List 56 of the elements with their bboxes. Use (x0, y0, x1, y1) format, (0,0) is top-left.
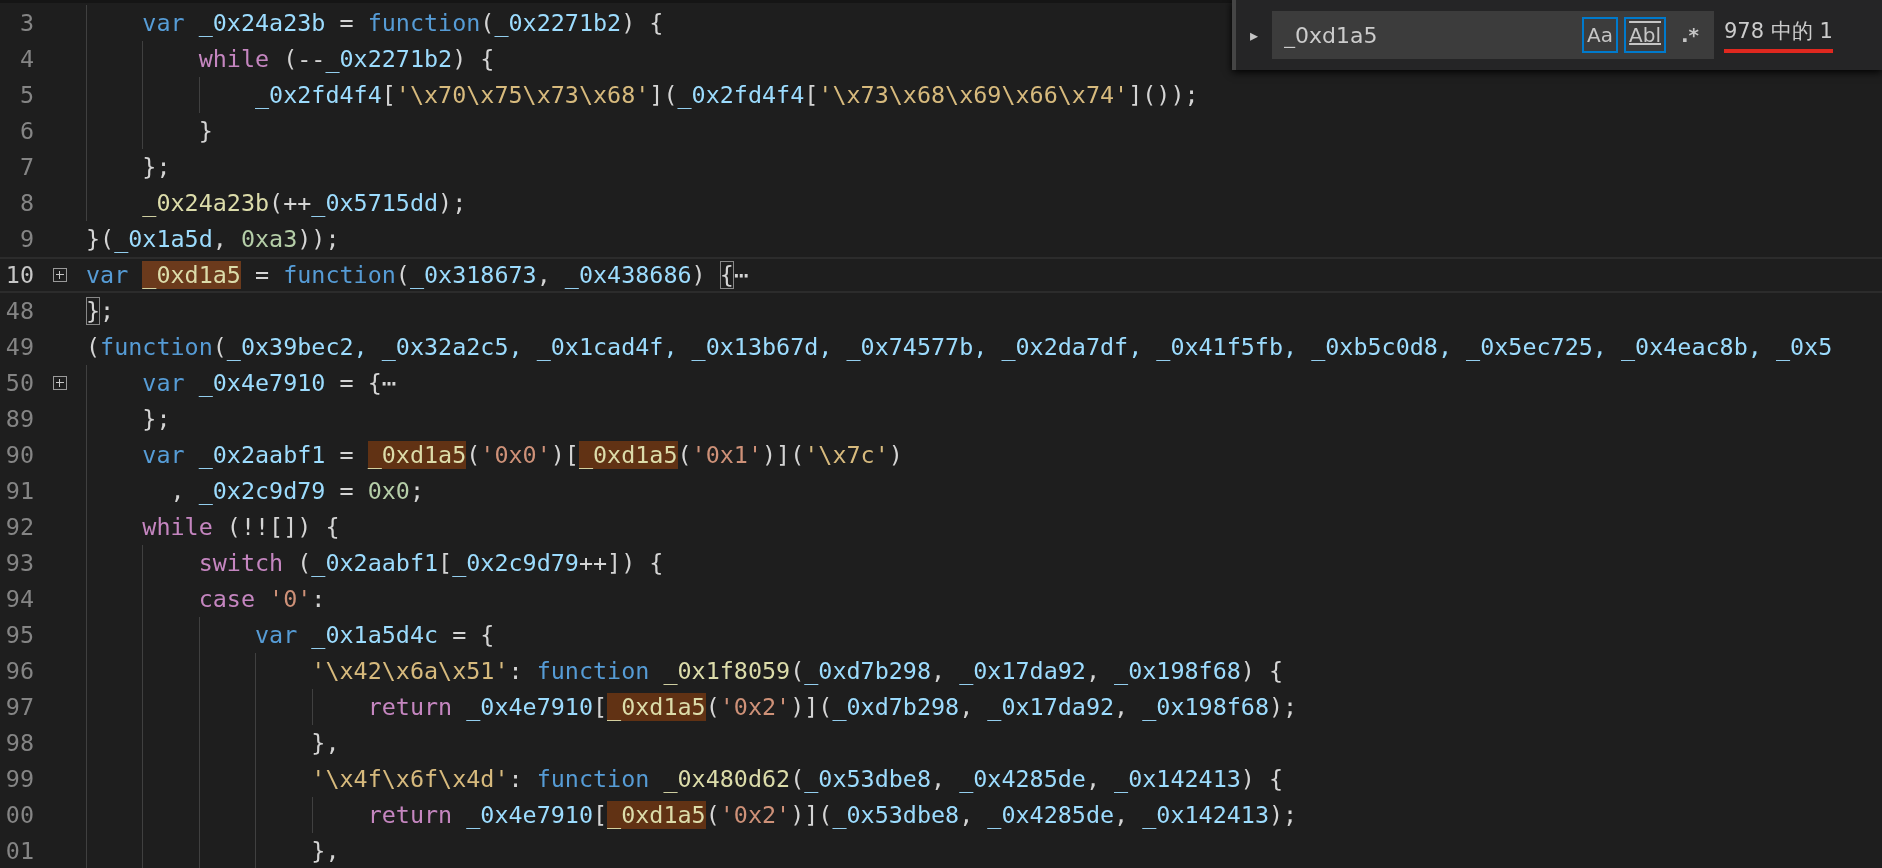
code-line: while (--_0x2271b2) { (197, 45, 495, 73)
code-line: var _0x4e7910 = {⋯ (141, 369, 396, 397)
line-number: 94 (5, 585, 34, 613)
code-line: var _0x24a23b = function(_0x2271b2) { (141, 9, 664, 37)
code-line: (function(_0x39bec2, _0x32a2c5, _0x1cad4f, _0x13b67d, _0x74577b, _0x2da7df, _0x41f5fb, _0xb5c0d8, _0x5ec725, _0x4eac8b, _0x5 (86, 333, 1833, 361)
code-line: }(_0x1a5d, 0xa3)); (86, 225, 340, 253)
fold-expand-icon[interactable] (53, 376, 67, 390)
match-case-toggle[interactable]: Aa (1582, 17, 1619, 53)
code-line: case '0': (197, 585, 326, 613)
code-line: while (!![]) { (141, 513, 340, 541)
line-number: 99 (5, 765, 34, 793)
line-number: 5 (19, 81, 34, 109)
code-line: }; (86, 297, 115, 325)
toggle-replace-button[interactable]: ▸ (1236, 25, 1272, 45)
line-number: 92 (5, 513, 34, 541)
code-line: }; (141, 153, 171, 181)
line-number: 95 (5, 621, 34, 649)
code-line: var _0xd1a5 = function(_0x318673, _0x438686) {⋯ (86, 261, 748, 289)
code-line: }; (141, 405, 171, 433)
code-line: return _0x4e7910[_0xd1a5('0x2')](_0x53dbe8, _0x4285de, _0x142413); (366, 801, 1298, 829)
line-number: 90 (5, 441, 34, 469)
line-number: 91 (5, 477, 34, 505)
code-line: switch (_0x2aabf1[_0x2c9d79++]) { (197, 549, 664, 577)
line-number: 96 (5, 657, 34, 685)
whole-word-toggle[interactable]: Abl (1624, 17, 1666, 53)
code-line: '\x42\x6a\x51': function _0x1f8059(_0xd7b298, _0x17da92, _0x198f68) { (310, 657, 1284, 685)
line-number: 50 (5, 369, 34, 397)
line-number: 00 (5, 801, 34, 829)
line-number: 93 (5, 549, 34, 577)
line-number: 3 (19, 9, 34, 37)
code-line: _0x2fd4f4['\x70\x75\x73\x68'](_0x2fd4f4['\x73\x68\x69\x66\x74']()); (254, 81, 1199, 109)
code-line: var _0x2aabf1 = _0xd1a5('0x0')[_0xd1a5('0x1')]('\x7c') (141, 441, 903, 469)
line-number: 10 (5, 261, 34, 289)
line-number: 89 (5, 405, 34, 433)
code-line: var _0x1a5d4c = { (254, 621, 495, 649)
line-number: 7 (19, 153, 34, 181)
line-number: 49 (5, 333, 34, 361)
code-line: _0x24a23b(++_0x5715dd); (141, 189, 467, 217)
code-line: }, (310, 837, 340, 865)
line-number: 98 (5, 729, 34, 757)
fold-expand-icon[interactable] (53, 268, 67, 282)
line-number: 9 (19, 225, 34, 253)
search-field[interactable]: _0xd1a5 Aa Abl .* (1272, 11, 1714, 59)
line-number: 48 (5, 297, 34, 325)
line-number: 6 (19, 117, 34, 145)
code-line: return _0x4e7910[_0xd1a5('0x2')](_0xd7b298, _0x17da92, _0x198f68); (366, 693, 1298, 721)
code-line: , _0x2c9d79 = 0x0; (169, 477, 424, 505)
line-number: 97 (5, 693, 34, 721)
match-count: 978 中的 1 (1724, 17, 1833, 53)
line-number: 8 (19, 189, 34, 217)
code-line: } (197, 117, 213, 145)
code-line: '\x4f\x6f\x4d': function _0x480d62(_0x53dbe8, _0x4285de, _0x142413) { (310, 765, 1284, 793)
regex-toggle[interactable]: .* (1672, 17, 1708, 53)
line-number: 01 (5, 837, 34, 865)
code-line: }, (310, 729, 340, 757)
line-number: 4 (19, 45, 34, 73)
